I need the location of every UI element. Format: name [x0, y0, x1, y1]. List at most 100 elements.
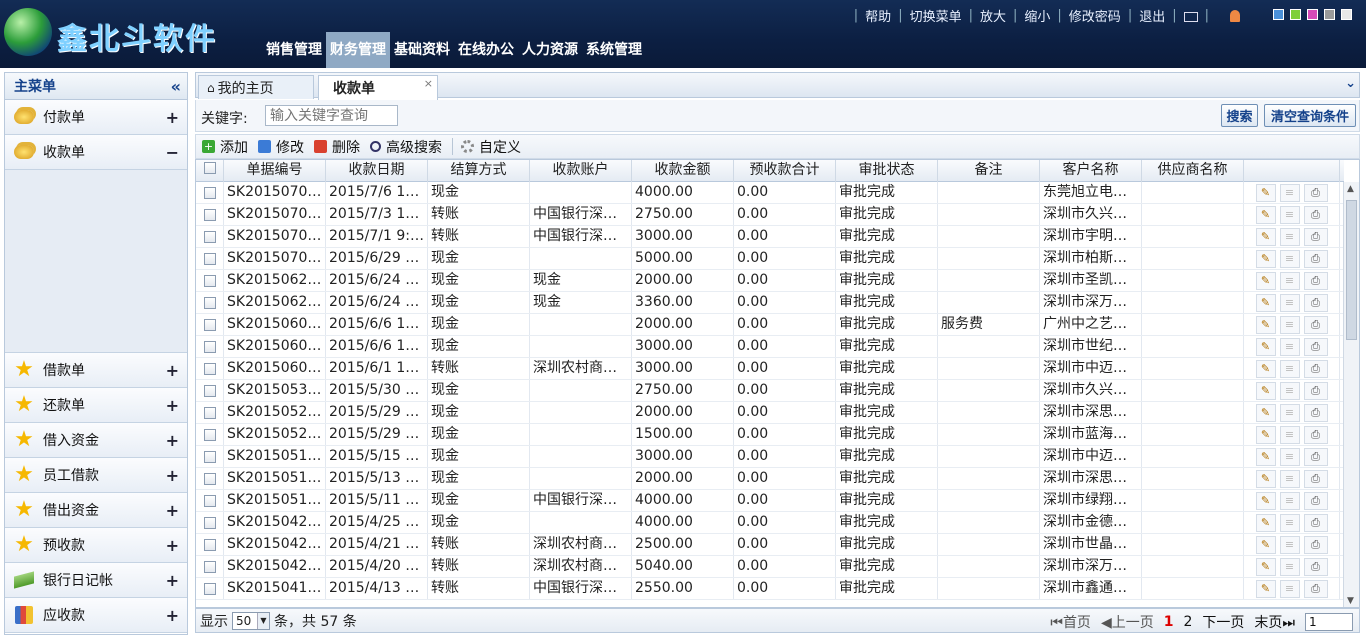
expand-icon[interactable]: +	[166, 466, 179, 485]
print-icon[interactable]: ⎙	[1303, 205, 1328, 224]
page-link-2[interactable]: 2	[1183, 614, 1192, 630]
table-row[interactable]: SK2015062… 2015/6/24 2… 现金 现金 3360.00 0.00 审批完…	[196, 292, 1344, 314]
view-doc-icon[interactable]: ≡	[1279, 535, 1300, 554]
logout-link[interactable]: 退出	[1139, 6, 1165, 25]
tab-home[interactable]: ⌂ 我的主页	[198, 75, 314, 99]
table-row[interactable]: SK2015042… 2015/4/20 8:… 转账 深圳农村商… 5040.00 0.…	[196, 556, 1344, 578]
table-row[interactable]: SK2015070… 2015/6/29 1… 现金 5000.00 0.00 审批完成 深…	[196, 248, 1344, 270]
col-header-approval-status[interactable]: 审批状态	[836, 160, 938, 182]
edit-row-icon[interactable]: ✎	[1255, 513, 1276, 532]
edit-row-icon[interactable]: ✎	[1255, 315, 1276, 334]
sidebar-item-receipt[interactable]: 收款单 −	[5, 135, 187, 170]
print-icon[interactable]: ⎙	[1303, 579, 1328, 598]
print-icon[interactable]: ⎙	[1303, 557, 1328, 576]
edit-row-icon[interactable]: ✎	[1255, 227, 1276, 246]
view-doc-icon[interactable]: ≡	[1279, 469, 1300, 488]
nav-basic-data[interactable]: 基础资料	[390, 32, 454, 68]
print-icon[interactable]: ⎙	[1303, 491, 1328, 510]
print-icon[interactable]: ⎙	[1303, 293, 1328, 312]
edit-row-icon[interactable]: ✎	[1255, 491, 1276, 510]
print-icon[interactable]: ⎙	[1303, 535, 1328, 554]
view-doc-icon[interactable]: ≡	[1279, 425, 1300, 444]
row-checkbox[interactable]	[203, 494, 216, 507]
col-header-receipt-date[interactable]: 收款日期	[326, 160, 428, 182]
prev-page-link[interactable]: ◀上一页	[1101, 612, 1154, 632]
clear-conditions-button[interactable]: 清空查询条件	[1264, 104, 1356, 127]
col-header-settlement-method[interactable]: 结算方式	[428, 160, 530, 182]
change-password-link[interactable]: 修改密码	[1069, 6, 1121, 25]
view-doc-icon[interactable]: ≡	[1279, 491, 1300, 510]
edit-row-icon[interactable]: ✎	[1255, 469, 1276, 488]
table-row[interactable]: SK2015052… 2015/5/29 1… 现金 2000.00 0.00 审批完成 深…	[196, 402, 1344, 424]
row-checkbox[interactable]	[203, 208, 216, 221]
print-icon[interactable]: ⎙	[1303, 183, 1328, 202]
edit-row-icon[interactable]: ✎	[1255, 359, 1276, 378]
col-header-supplier-name[interactable]: 供应商名称	[1142, 160, 1244, 182]
edit-row-icon[interactable]: ✎	[1255, 535, 1276, 554]
edit-row-icon[interactable]: ✎	[1255, 249, 1276, 268]
sidebar-item-loan[interactable]: ★ 借款单 +	[5, 353, 187, 388]
view-doc-icon[interactable]: ≡	[1279, 513, 1300, 532]
tab-receipt[interactable]: 收款单 ×	[318, 75, 438, 100]
edit-row-icon[interactable]: ✎	[1255, 293, 1276, 312]
help-link[interactable]: 帮助	[865, 6, 891, 25]
sidebar-item-receivables[interactable]: 应收款 +	[5, 598, 187, 633]
view-doc-icon[interactable]: ≡	[1279, 183, 1300, 202]
vertical-scrollbar[interactable]: ▲ ▼	[1343, 182, 1359, 607]
table-row[interactable]: SK2015041… 2015/4/13 1… 转账 中国银行深… 2550.00 0.0…	[196, 578, 1344, 600]
skin-green-box[interactable]	[1290, 9, 1301, 20]
zoom-out-link[interactable]: 缩小	[1024, 6, 1050, 25]
table-row[interactable]: SK2015042… 2015/4/25 1… 现金 4000.00 0.00 审批完成 深…	[196, 512, 1344, 534]
print-icon[interactable]: ⎙	[1303, 381, 1328, 400]
row-checkbox[interactable]	[203, 406, 216, 419]
col-header-remark[interactable]: 备注	[938, 160, 1040, 182]
table-row[interactable]: SK2015051… 2015/5/13 2… 现金 2000.00 0.00 审批完成 深…	[196, 468, 1344, 490]
edit-row-icon[interactable]: ✎	[1255, 403, 1276, 422]
expand-icon[interactable]: +	[166, 396, 179, 415]
expand-icon[interactable]: +	[166, 536, 179, 555]
row-checkbox[interactable]	[203, 252, 216, 265]
search-button[interactable]: 搜索	[1221, 104, 1258, 127]
print-icon[interactable]: ⎙	[1303, 359, 1328, 378]
row-checkbox[interactable]	[203, 362, 216, 375]
skin-blue-box[interactable]	[1273, 9, 1284, 20]
print-icon[interactable]: ⎙	[1303, 271, 1328, 290]
table-row[interactable]: SK2015051… 2015/5/11 1… 现金 中国银行深… 4000.00 0.0…	[196, 490, 1344, 512]
row-checkbox[interactable]	[203, 428, 216, 441]
page-link-1[interactable]: 1	[1164, 614, 1174, 630]
zoom-in-link[interactable]: 放大	[980, 6, 1006, 25]
edit-row-icon[interactable]: ✎	[1255, 425, 1276, 444]
sidebar-item-employee-loan[interactable]: ★ 员工借款 +	[5, 458, 187, 493]
table-row[interactable]: SK2015053… 2015/5/30 9:… 现金 2750.00 0.00 审批完成…	[196, 380, 1344, 402]
expand-icon[interactable]: +	[166, 606, 179, 625]
sidebar-item-advance-receipt[interactable]: ★ 预收款 +	[5, 528, 187, 563]
row-checkbox[interactable]	[203, 340, 216, 353]
next-page-link[interactable]: 下一页	[1202, 612, 1244, 632]
close-icon[interactable]: ×	[424, 77, 433, 90]
edit-row-icon[interactable]: ✎	[1255, 557, 1276, 576]
switch-menu-link[interactable]: 切换菜单	[910, 6, 962, 25]
edit-button[interactable]: 修改	[258, 137, 304, 157]
customize-button[interactable]: 自定义	[461, 137, 521, 157]
view-doc-icon[interactable]: ≡	[1279, 359, 1300, 378]
view-doc-icon[interactable]: ≡	[1279, 403, 1300, 422]
view-doc-icon[interactable]: ≡	[1279, 315, 1300, 334]
expand-icon[interactable]: +	[166, 361, 179, 380]
row-checkbox[interactable]	[203, 230, 216, 243]
edit-row-icon[interactable]: ✎	[1255, 205, 1276, 224]
col-header-amount[interactable]: 收款金额	[632, 160, 734, 182]
page-size-select[interactable]: 50 ▼	[232, 611, 270, 630]
col-header-customer-name[interactable]: 客户名称	[1040, 160, 1142, 182]
view-doc-icon[interactable]: ≡	[1279, 557, 1300, 576]
row-checkbox[interactable]	[203, 186, 216, 199]
nav-finance[interactable]: 财务管理	[326, 32, 390, 68]
row-checkbox[interactable]	[203, 296, 216, 309]
print-icon[interactable]: ⎙	[1303, 425, 1328, 444]
row-checkbox[interactable]	[203, 560, 216, 573]
table-row[interactable]: SK2015060… 2015/6/1 16:… 转账 深圳农村商… 3000.00 0.…	[196, 358, 1344, 380]
scroll-up-icon[interactable]: ▲	[1347, 184, 1354, 194]
col-header-prepaid-total[interactable]: 预收款合计	[734, 160, 836, 182]
view-doc-icon[interactable]: ≡	[1279, 579, 1300, 598]
table-row[interactable]: SK2015070… 2015/7/1 9:2… 转账 中国银行深… 3000.00 0.…	[196, 226, 1344, 248]
row-checkbox[interactable]	[203, 318, 216, 331]
